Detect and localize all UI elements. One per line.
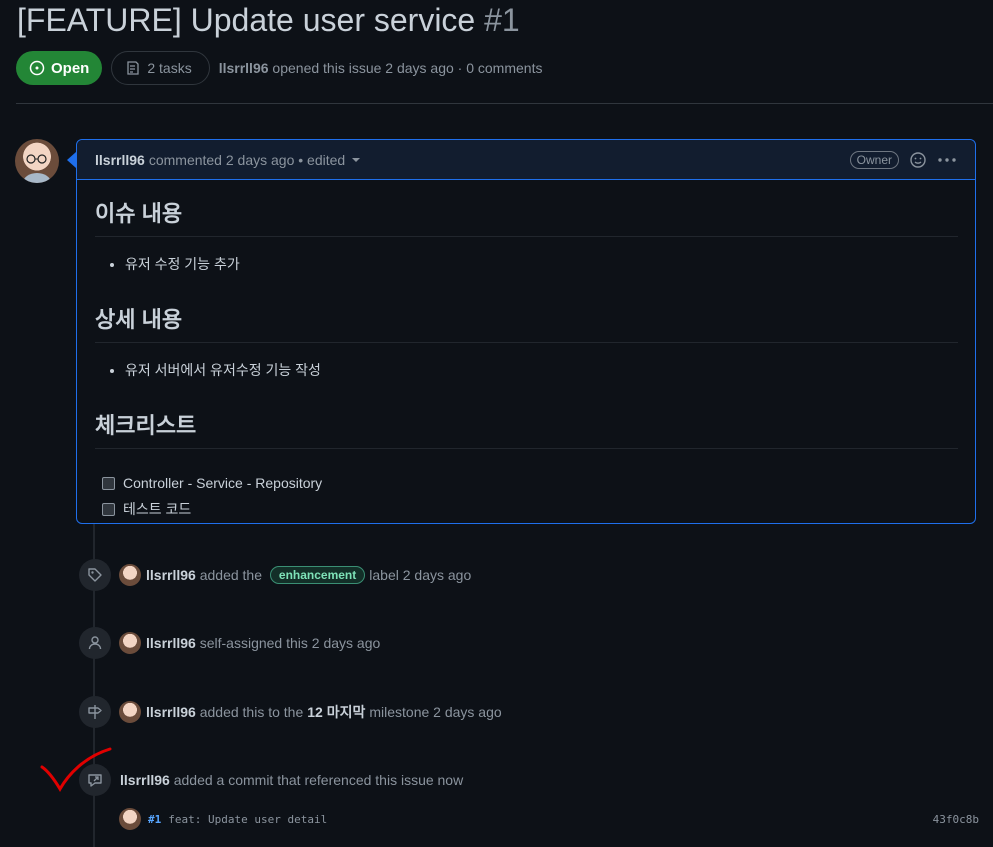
section-heading: 이슈 내용 [95,196,958,237]
timeline-text: llsrrll96 added a commit that referenced… [120,772,463,788]
bullet-list: 유저 서버에서 유저수정 기능 작성 [125,360,958,380]
kebab-menu-icon[interactable] [937,157,957,163]
tasks-count: 2 tasks [147,60,192,76]
event-text: added a commit that referenced this issu… [173,772,464,788]
list-item: 유저 수정 기능 추가 [125,254,958,274]
issue-author-link[interactable]: llsrrll96 [219,60,269,76]
timeline-event-milestone: llsrrll96 added this to the 12 마지막 milesto… [79,696,502,728]
timeline-text: llsrrll96 self-assigned this 2 days ago [146,635,380,651]
avatar[interactable] [119,808,141,830]
timeline-event-label: llsrrll96 added the enhancement label 2 d… [79,559,471,591]
avatar[interactable] [119,701,141,723]
issue-state-label: Open [51,59,90,77]
person-icon [79,627,111,659]
timeline-text: llsrrll96 added the enhancement label 2 d… [146,566,471,584]
event-text: added this to the [199,704,304,720]
tasks-pill[interactable]: 2 tasks [111,51,210,85]
commit-row: #1 feat: Update user detail 43f0c8b [119,808,979,830]
task-checkbox[interactable] [102,502,115,516]
event-text: added the [199,567,263,583]
author-avatar[interactable] [15,139,59,183]
issue-opened-detail: opened this issue 2 days ago · 0 comment… [272,60,543,76]
issue-number: #1 [484,2,520,38]
event-user[interactable]: llsrrll96 [146,635,196,651]
edit-history-caret-icon[interactable] [352,157,361,162]
bullet-list: 유저 수정 기능 추가 [125,254,958,274]
task-item: Controller - Service - Repository [102,470,958,496]
timeline-text: llsrrll96 added this to the 12 마지막 milesto… [146,702,502,722]
label-badge[interactable]: enhancement [269,566,366,584]
task-list: Controller - Service - Repository 테스트 코드 [102,470,958,522]
milestone-icon [79,696,111,728]
comment-pointer [67,152,76,168]
event-user[interactable]: llsrrll96 [146,567,196,583]
header-divider [16,103,993,104]
commit-message[interactable]: feat: Update user detail [168,813,327,826]
tag-icon [79,559,111,591]
avatar-glasses-icon [23,154,51,183]
section-heading: 상세 내용 [95,302,958,343]
comment-author[interactable]: llsrrll96 [95,152,145,168]
timeline-event-commit: llsrrll96 added a commit that referenced… [79,764,463,796]
issue-opened-text: llsrrll96 opened this issue 2 days ago ·… [219,60,543,76]
task-label: Controller - Service - Repository [123,475,323,491]
event-user[interactable]: llsrrll96 [146,704,196,720]
task-item: 테스트 코드 [102,496,958,522]
milestone-link[interactable]: 12 마지막 [307,702,365,722]
comment-header: llsrrll96 commented 2 days ago • edited … [77,140,975,180]
red-checkmark-annotation [40,747,112,792]
issue-comment: llsrrll96 commented 2 days ago • edited … [76,139,976,524]
issue-title: [FEATURE] Update user service #1 [17,2,520,39]
event-text: milestone 2 days ago [369,704,502,720]
avatar[interactable] [119,564,141,586]
owner-badge: Owner [849,150,899,169]
timeline-event-assign: llsrrll96 self-assigned this 2 days ago [79,627,380,659]
issue-title-text: [FEATURE] Update user service [17,2,476,38]
list-item: 유저 서버에서 유저수정 기능 작성 [125,360,958,380]
task-checkbox[interactable] [102,476,115,490]
issue-meta: Open 2 tasks llsrrll96 opened this issue… [16,51,542,85]
comment-actions: Owner [849,150,957,169]
event-user[interactable]: llsrrll96 [120,772,170,788]
issue-state-badge: Open [16,51,103,85]
checklist-icon [127,61,139,75]
add-reaction-icon[interactable] [909,151,927,169]
commit-issue-ref[interactable]: #1 [148,813,161,826]
comment-body: 이슈 내용 유저 수정 기능 추가 상세 내용 유저 서버에서 유저수정 기능 … [77,196,975,522]
event-text: label 2 days ago [369,567,472,583]
section-heading: 체크리스트 [95,408,958,449]
task-label: 테스트 코드 [123,501,192,517]
issue-open-icon [29,60,45,76]
commit-sha[interactable]: 43f0c8b [933,813,979,826]
event-text: self-assigned this 2 days ago [199,635,381,651]
comment-meta: commented 2 days ago • edited [148,151,346,168]
avatar[interactable] [119,632,141,654]
